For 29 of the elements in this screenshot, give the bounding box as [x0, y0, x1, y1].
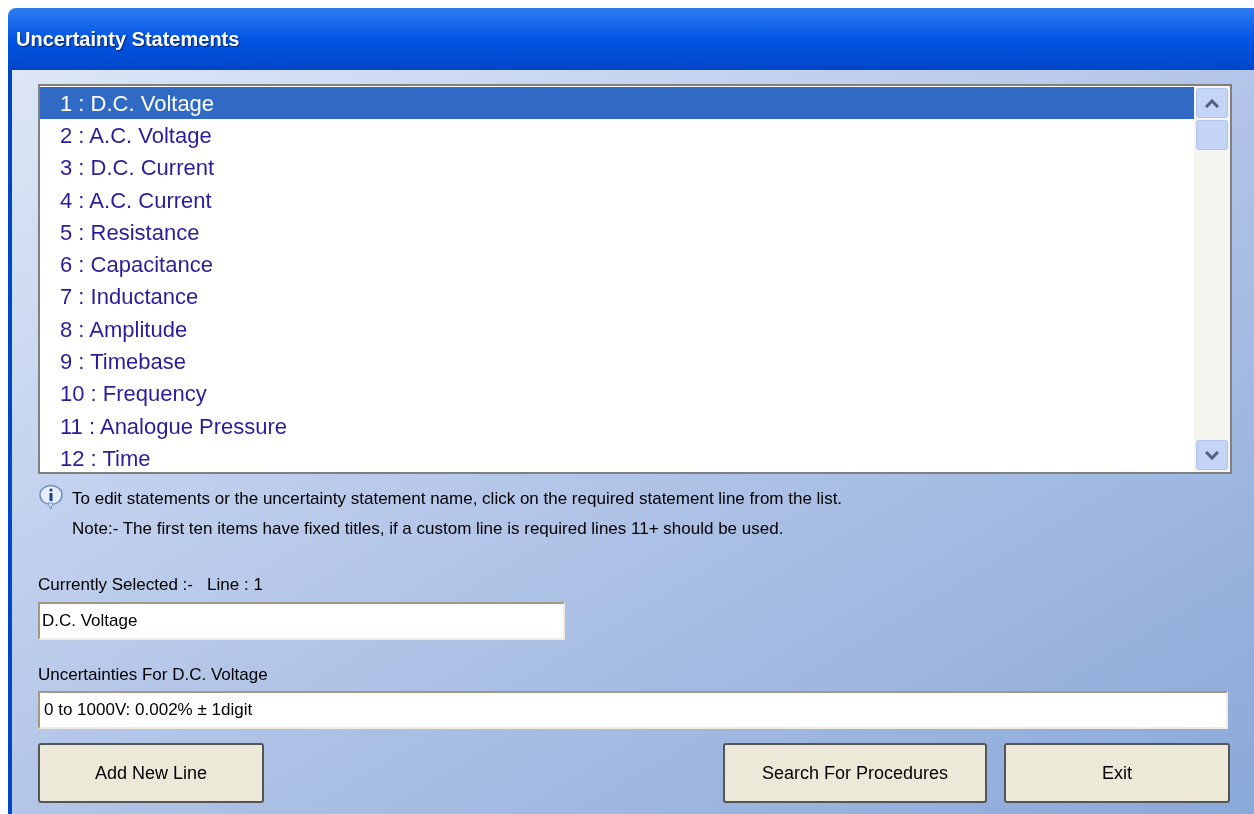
statement-item[interactable]: 10 : Frequency: [40, 377, 1194, 410]
statement-item[interactable]: 1 : D.C. Voltage: [40, 87, 1194, 120]
statement-item[interactable]: 2 : A.C. Voltage: [40, 119, 1194, 152]
info-text: Note:- The first ten items have fixed titles, if a custom line is required lines 11+ should be used.: [72, 518, 785, 540]
statement-item[interactable]: 9 : Timebase: [40, 345, 1194, 378]
action-button[interactable]: Exit: [1004, 743, 1230, 803]
statement-item[interactable]: 3 : D.C. Current: [40, 151, 1194, 184]
action-button[interactable]: Search For Procedures: [723, 743, 987, 803]
statement-name-field[interactable]: D.C. Voltage: [38, 601, 565, 640]
info-icon: [38, 484, 64, 510]
chevron-up-icon: [1205, 98, 1219, 108]
scroll-down-button[interactable]: [1196, 440, 1228, 470]
uncertainty-label: Uncertainties For D.C. Voltage: [38, 663, 269, 686]
scroll-thumb[interactable]: [1196, 120, 1228, 150]
statement-item[interactable]: 5 : Resistance: [40, 216, 1194, 249]
chevron-down-icon: [1205, 450, 1219, 460]
statement-item[interactable]: 7 : Inductance: [40, 280, 1194, 314]
window-title: Uncertainty Statements: [16, 27, 240, 52]
scroll-up-button[interactable]: [1196, 88, 1228, 118]
action-button[interactable]: Add New Line: [38, 743, 264, 803]
scrollbar[interactable]: [1194, 86, 1230, 472]
selection-label: Currently Selected :- Line : 1: [38, 574, 264, 596]
statement-item[interactable]: 11 : Analogue Pressure: [40, 409, 1194, 443]
statement-item[interactable]: 4 : A.C. Current: [40, 183, 1194, 217]
statement-item[interactable]: 8 : Amplitude: [40, 313, 1194, 346]
statement-item[interactable]: 12 : Time: [40, 442, 1194, 475]
uncertainty-field[interactable]: 0 to 1000V: 0.002% ± 1digit: [38, 691, 1228, 729]
info-text: To edit statements or the uncertainty statement name, click on the required statement line from the list.: [72, 488, 843, 510]
statement-item[interactable]: 6 : Capacitance: [40, 248, 1194, 281]
